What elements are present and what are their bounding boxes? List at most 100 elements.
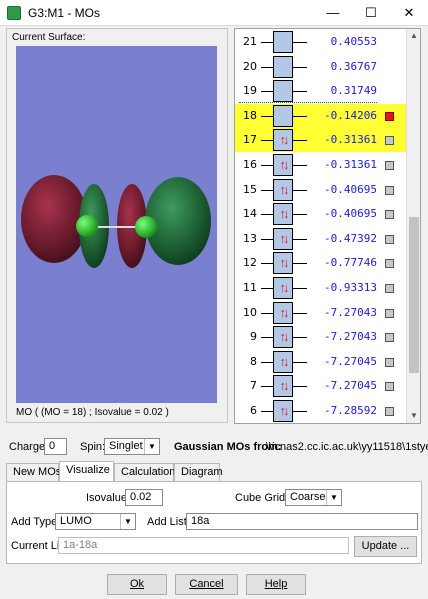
energy-level-line bbox=[293, 362, 307, 363]
chevron-down-icon: ▼ bbox=[326, 490, 341, 505]
mo-select-marker[interactable] bbox=[385, 112, 394, 121]
mo-select-marker[interactable] bbox=[385, 358, 394, 367]
app-icon bbox=[7, 6, 21, 20]
mo-select-marker[interactable] bbox=[385, 333, 394, 342]
tab-calculation[interactable]: Calculation bbox=[114, 463, 175, 482]
orbital-box: ↑↓ bbox=[273, 252, 293, 274]
energy-level-line bbox=[293, 42, 307, 43]
tab-diagram[interactable]: Diagram bbox=[174, 463, 223, 482]
energy-level-line bbox=[261, 91, 273, 92]
add-list-input[interactable]: 18a bbox=[186, 513, 418, 530]
cube-grid-select[interactable]: Coarse ▼ bbox=[285, 489, 342, 506]
homo-lumo-divider bbox=[239, 102, 377, 103]
mo-number: 12 bbox=[243, 256, 257, 269]
current-list-field: 1a-18a bbox=[58, 537, 349, 554]
mo-number: 9 bbox=[250, 330, 257, 343]
mo-select-marker[interactable] bbox=[385, 259, 394, 268]
mo-row[interactable]: 15 ↑↓ -0.40695 bbox=[235, 178, 407, 202]
mo-number: 11 bbox=[243, 281, 257, 294]
close-button[interactable]: ✕ bbox=[394, 0, 424, 26]
title-bar: G3:M1 - MOs — ☐ ✕ bbox=[0, 0, 428, 26]
mo-select-marker[interactable] bbox=[385, 210, 394, 219]
mo-number: 16 bbox=[243, 158, 257, 171]
mo-energy-value: -0.40695 bbox=[324, 183, 377, 196]
mo-energy-value: -7.28592 bbox=[324, 404, 377, 417]
maximize-button[interactable]: ☐ bbox=[356, 0, 386, 26]
mo-select-marker[interactable] bbox=[385, 309, 394, 318]
mo-row[interactable]: 17 ↑↓ -0.31361 bbox=[235, 128, 407, 152]
mo-row[interactable]: 6 ↑↓ -7.28592 bbox=[235, 399, 407, 423]
mo-select-marker[interactable] bbox=[385, 235, 394, 244]
energy-level-line bbox=[261, 313, 273, 314]
update-button[interactable]: Update ... bbox=[354, 536, 417, 557]
mo-number: 7 bbox=[250, 379, 257, 392]
electron-pair-icon: ↑↓ bbox=[279, 403, 290, 418]
help-button[interactable]: Help bbox=[246, 574, 306, 595]
isovalue-input[interactable]: 0.02 bbox=[125, 489, 163, 506]
mo-energy-value: -0.40695 bbox=[324, 207, 377, 220]
mo-energy-list[interactable]: 21 0.40553 20 0.36767 19 0.31749 18 -0.14206 17 ↑… bbox=[234, 28, 421, 424]
energy-level-line bbox=[293, 386, 307, 387]
energy-level-line bbox=[293, 190, 307, 191]
mo-row[interactable]: 10 ↑↓ -7.27043 bbox=[235, 301, 407, 325]
mo-row[interactable]: 7 ↑↓ -7.27045 bbox=[235, 374, 407, 398]
mo-row[interactable]: 19 0.31749 bbox=[235, 79, 407, 103]
scroll-up-icon[interactable]: ▲ bbox=[407, 29, 420, 43]
mo-list-scrollbar[interactable]: ▲ ▼ bbox=[406, 29, 420, 423]
energy-level-line bbox=[261, 165, 273, 166]
cube-grid-value: Coarse bbox=[290, 491, 326, 503]
spin-select[interactable]: Singlet ▼ bbox=[104, 438, 160, 455]
mo-row[interactable]: 11 ↑↓ -0.93313 bbox=[235, 276, 407, 300]
mo-row[interactable]: 8 ↑↓ -7.27045 bbox=[235, 350, 407, 374]
chevron-down-icon: ▼ bbox=[144, 439, 159, 454]
mo-select-marker[interactable] bbox=[385, 161, 394, 170]
mo-row[interactable]: 14 ↑↓ -0.40695 bbox=[235, 202, 407, 226]
tab-new-mos[interactable]: New MOs bbox=[6, 463, 61, 482]
mo-number: 20 bbox=[243, 60, 257, 73]
mo-select-marker[interactable] bbox=[385, 186, 394, 195]
energy-level-line bbox=[261, 386, 273, 387]
charge-input[interactable]: 0 bbox=[44, 438, 67, 455]
energy-level-line bbox=[293, 116, 307, 117]
add-type-select[interactable]: LUMO ▼ bbox=[55, 513, 136, 530]
energy-level-line bbox=[293, 239, 307, 240]
energy-level-line bbox=[261, 42, 273, 43]
visualize-panel: Isovalue: 0.02 Cube Grid: Coarse ▼ Add T… bbox=[6, 481, 422, 564]
mo-row[interactable]: 12 ↑↓ -0.77746 bbox=[235, 251, 407, 275]
energy-level-line bbox=[261, 214, 273, 215]
energy-level-line bbox=[261, 288, 273, 289]
scroll-thumb[interactable] bbox=[409, 217, 419, 373]
mo-row[interactable]: 13 ↑↓ -0.47392 bbox=[235, 227, 407, 251]
mo-select-marker[interactable] bbox=[385, 407, 394, 416]
mo-row[interactable]: 21 0.40553 bbox=[235, 30, 407, 54]
tab-visualize[interactable]: Visualize bbox=[59, 461, 114, 483]
isovalue-label: Isovalue: bbox=[86, 492, 131, 504]
mo-row[interactable]: 16 ↑↓ -0.31361 bbox=[235, 153, 407, 177]
mo-number: 14 bbox=[243, 207, 257, 220]
energy-level-line bbox=[293, 288, 307, 289]
add-type-label: Add Type: bbox=[11, 516, 61, 528]
mo-number: 6 bbox=[250, 404, 257, 417]
mo-select-marker[interactable] bbox=[385, 136, 394, 145]
cancel-button[interactable]: Cancel bbox=[175, 574, 238, 595]
electron-pair-icon: ↑↓ bbox=[279, 305, 290, 320]
orbital-box: ↑↓ bbox=[273, 179, 293, 201]
orbital-box: ↑↓ bbox=[273, 400, 293, 422]
energy-level-line bbox=[293, 165, 307, 166]
mo-status-text: MO ( (MO = 18) ; Isovalue = 0.02 ) bbox=[16, 407, 169, 418]
mo-row[interactable]: 9 ↑↓ -7.27043 bbox=[235, 325, 407, 349]
orbital-box: ↑↓ bbox=[273, 154, 293, 176]
mo-select-marker[interactable] bbox=[385, 284, 394, 293]
scroll-down-icon[interactable]: ▼ bbox=[407, 409, 420, 423]
ok-button[interactable]: Ok bbox=[107, 574, 167, 595]
mo-energy-value: 0.36767 bbox=[330, 60, 377, 73]
mo-row[interactable]: 20 0.36767 bbox=[235, 55, 407, 79]
mo-row[interactable]: 18 -0.14206 bbox=[235, 104, 407, 128]
mo-number: 21 bbox=[243, 35, 257, 48]
energy-level-line bbox=[293, 214, 307, 215]
minimize-button[interactable]: — bbox=[318, 0, 348, 26]
orbital-viewport[interactable] bbox=[16, 46, 217, 403]
charge-label: Charge: bbox=[9, 441, 49, 453]
electron-pair-icon: ↑↓ bbox=[279, 182, 290, 197]
mo-select-marker[interactable] bbox=[385, 382, 394, 391]
